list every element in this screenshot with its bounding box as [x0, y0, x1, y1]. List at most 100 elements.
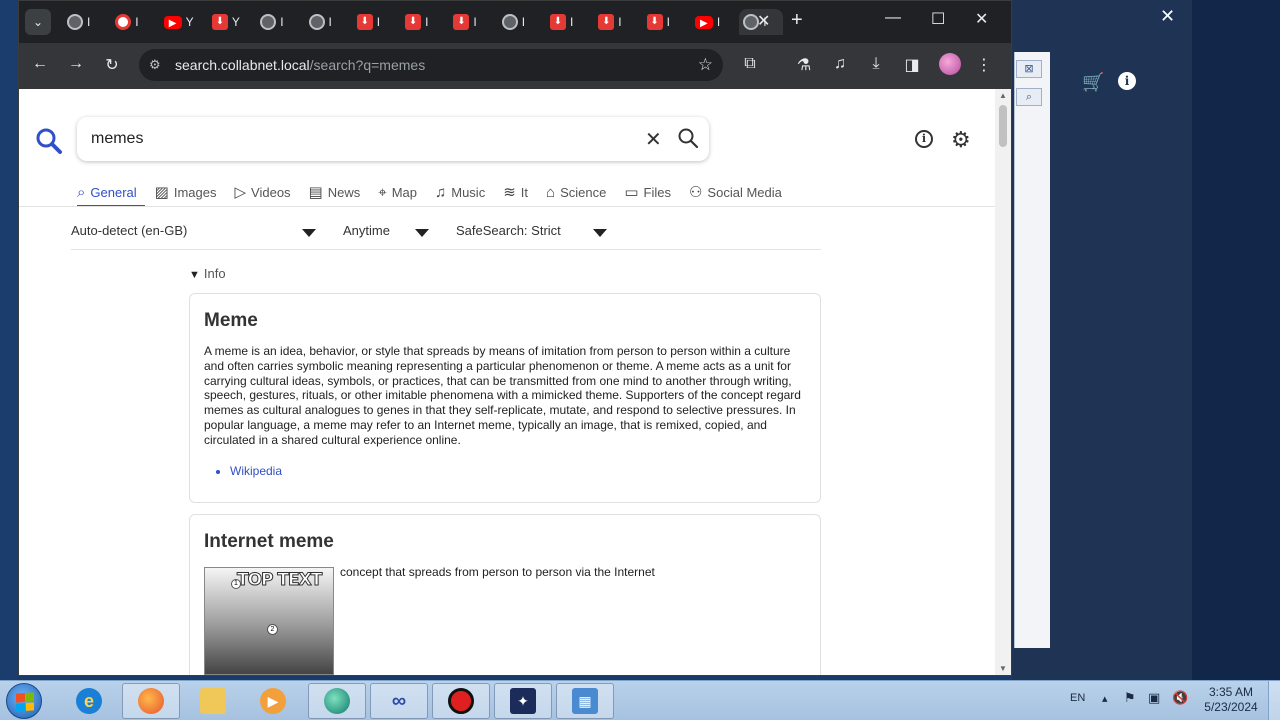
tab-label: General — [90, 184, 137, 200]
meme-template-image[interactable]: TOP TEXT 1 2 — [204, 567, 334, 675]
close-icon[interactable]: ✕ — [1160, 6, 1175, 27]
language-select[interactable]: Auto-detect (en-GB) — [71, 223, 187, 238]
category-tabs: ⌕ General ▨ Images ▷ Videos ▤ News ⌖ Map ♫ Music ≋ It… — [77, 179, 791, 205]
volume-muted-icon[interactable]: 🔇 — [1172, 690, 1188, 706]
wikipedia-link[interactable]: Wikipedia — [230, 464, 282, 478]
search-logo-icon[interactable] — [35, 127, 63, 155]
tab-general[interactable]: ⌕ General — [77, 179, 146, 205]
url-host: search.collabnet.local — [175, 57, 310, 73]
tab-title: Y — [231, 15, 240, 29]
tab-it[interactable]: ≋ It — [494, 179, 537, 205]
taskbar-recorder[interactable] — [432, 683, 490, 719]
labs-flask-icon[interactable]: ⚗ — [793, 55, 815, 75]
menu-kebab-icon[interactable]: ⋮ — [973, 55, 995, 75]
tab-files[interactable]: ▭ Files — [615, 179, 680, 205]
browser-tab[interactable]: I — [256, 9, 300, 35]
tab-social-media[interactable]: ⚇ Social Media — [680, 179, 791, 205]
tab-label: Science — [560, 184, 607, 200]
system-clock[interactable]: 3:35 AM 5/23/2024 — [1196, 685, 1266, 715]
taskbar-media-player[interactable]: ▶ — [244, 683, 302, 719]
tab-map[interactable]: ⌖ Map — [369, 179, 426, 205]
close-tab-icon[interactable]: ✕ — [757, 11, 770, 31]
browser-tab[interactable]: ⬇ Y — [208, 9, 252, 35]
media-control-icon[interactable]: ♫ — [829, 55, 851, 73]
extensions-icon[interactable]: ⧉ — [739, 55, 761, 73]
language-indicator[interactable]: EN — [1070, 692, 1085, 704]
tab-title: I — [376, 15, 381, 29]
record-icon — [115, 14, 132, 30]
infinity-icon: ∞ — [391, 689, 407, 712]
show-desktop-button[interactable] — [1268, 681, 1280, 720]
browser-tab[interactable]: ⬇ I — [401, 9, 445, 35]
maximize-icon[interactable]: ☐ — [931, 9, 945, 29]
tab-label: News — [327, 184, 361, 200]
tab-science[interactable]: ⌂ Science — [537, 179, 615, 205]
search-box: ✕ — [77, 117, 709, 161]
time-range-select[interactable]: Anytime — [343, 223, 390, 238]
close-icon[interactable]: ⊠ — [1016, 60, 1042, 78]
info-toggle[interactable]: ▼ Info — [189, 266, 226, 281]
browser-tab[interactable]: I — [498, 9, 542, 35]
chevron-up-icon[interactable]: ▴ — [1102, 692, 1108, 705]
search-icon[interactable]: ⌕ — [1016, 88, 1042, 106]
back-icon[interactable]: ← — [29, 55, 51, 73]
cart-icon[interactable]: 🛒 — [1082, 72, 1104, 93]
taskbar-firefox[interactable] — [122, 683, 180, 719]
profile-avatar[interactable] — [939, 53, 961, 75]
browser-tab[interactable]: ⬇ I — [449, 9, 493, 35]
page-scrollbar[interactable]: ▲ ▼ — [995, 89, 1011, 675]
search-input[interactable] — [91, 127, 631, 151]
tab-videos[interactable]: ▷ Videos — [225, 179, 299, 205]
safesearch-select[interactable]: SafeSearch: Strict — [456, 223, 561, 238]
settings-gear-icon[interactable]: ⚙ — [951, 127, 971, 153]
info-icon[interactable]: i — [1118, 72, 1136, 90]
start-button[interactable] — [6, 683, 42, 719]
tab-title: I — [570, 15, 574, 29]
window-close-icon[interactable]: ✕ — [975, 9, 988, 29]
download-icon[interactable]: ⤓ — [865, 55, 887, 73]
tab-images[interactable]: ▨ Images — [146, 179, 226, 205]
tab-search-button[interactable]: ⌄ — [25, 9, 51, 35]
site-info-icon[interactable]: ⚙ — [149, 57, 161, 73]
reload-icon[interactable]: ↻ — [101, 55, 123, 75]
download-icon: ⬇ — [405, 14, 422, 30]
scroll-up-icon[interactable]: ▲ — [999, 91, 1007, 100]
network-icon[interactable]: ▣ — [1148, 690, 1160, 706]
scroll-down-icon[interactable]: ▼ — [999, 664, 1007, 673]
browser-tab[interactable]: I — [111, 9, 155, 35]
info-icon[interactable]: i — [915, 130, 933, 148]
taskbar-app-video[interactable]: ✦ — [494, 683, 552, 719]
layers-icon: ≋ — [503, 184, 516, 201]
taskbar-file-explorer[interactable] — [184, 683, 242, 719]
tab-news[interactable]: ▤ News — [300, 179, 370, 205]
browser-tab[interactable]: ⬇ I — [594, 9, 638, 35]
browser-tab[interactable]: ▶ Y — [160, 9, 204, 35]
bookmark-star-icon[interactable]: ☆ — [698, 55, 713, 75]
search-submit-icon[interactable] — [677, 127, 699, 149]
url-text[interactable]: search.collabnet.local/search?q=memes — [175, 57, 425, 73]
chevron-down-icon[interactable] — [415, 229, 429, 237]
chevron-down-icon[interactable] — [302, 229, 316, 237]
taskbar-internet-explorer[interactable]: e — [60, 683, 118, 719]
new-tab-button[interactable]: + — [791, 9, 803, 32]
minimize-icon[interactable]: — — [885, 9, 901, 27]
action-center-flag-icon[interactable]: ⚑ — [1124, 690, 1136, 706]
tab-music[interactable]: ♫ Music — [426, 179, 494, 205]
taskbar-app-control[interactable]: ▦ — [556, 683, 614, 719]
clear-search-icon[interactable]: ✕ — [645, 127, 662, 152]
forward-icon[interactable]: → — [65, 55, 87, 73]
taskbar-app-infinity[interactable]: ∞ — [370, 683, 428, 719]
browser-tab[interactable]: ⬇ I — [546, 9, 590, 35]
browser-tab[interactable]: I — [63, 9, 107, 35]
browser-tab[interactable]: ▶ I — [691, 9, 735, 35]
taskbar-app-green[interactable] — [308, 683, 366, 719]
chevron-down-icon[interactable] — [593, 229, 607, 237]
address-bar[interactable]: ⚙ search.collabnet.local/search?q=memes … — [139, 49, 723, 81]
browser-tab[interactable]: I — [305, 9, 349, 35]
side-panel-icon[interactable]: ◨ — [901, 55, 923, 75]
map-pin-icon: ⌖ — [378, 183, 387, 201]
browser-tab[interactable]: ⬇ I — [353, 9, 397, 35]
browser-tab[interactable]: ⬇ I — [643, 9, 687, 35]
tab-title: I — [280, 15, 284, 29]
scrollbar-thumb[interactable] — [999, 105, 1007, 147]
